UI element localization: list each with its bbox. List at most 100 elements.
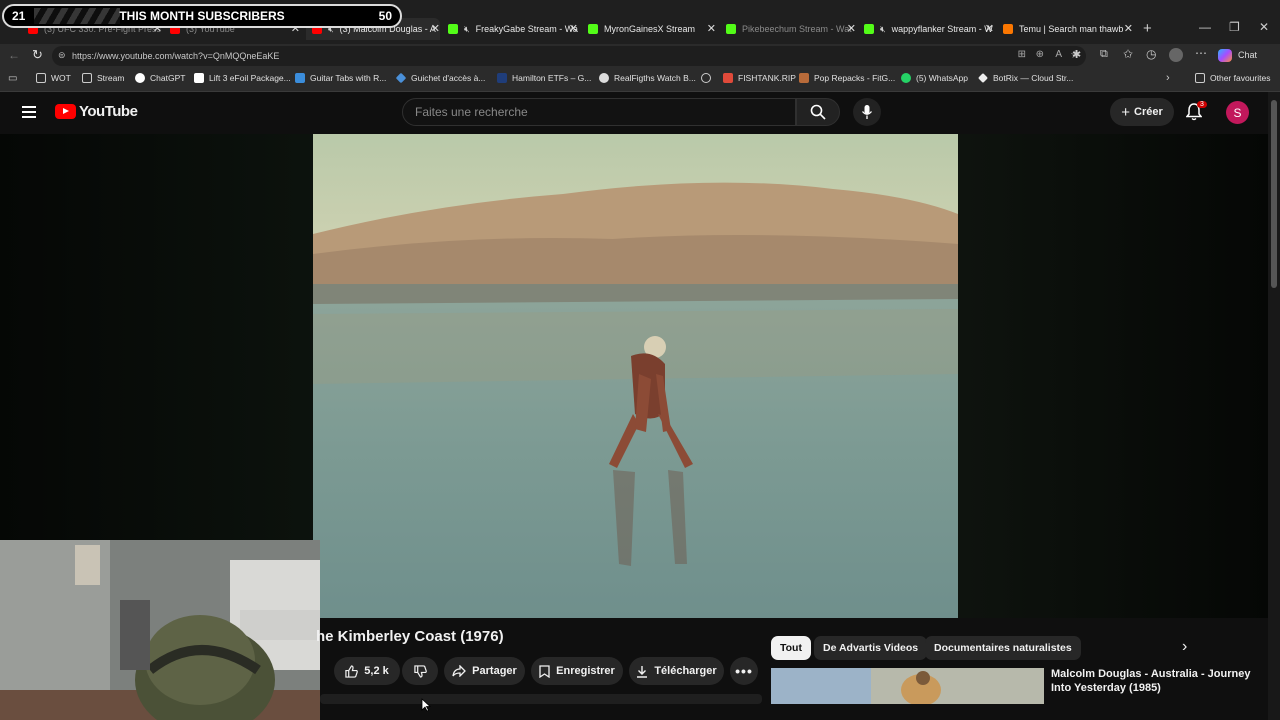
new-tab-icon[interactable]: + — [1143, 20, 1152, 37]
tab-label: wappyflanker Stream - W — [891, 24, 993, 34]
bookmark-lift[interactable]: Lift 3 eFoil Package... — [194, 73, 291, 83]
bookmark-label: Lift 3 eFoil Package... — [209, 73, 291, 83]
create-button[interactable]: + Créer — [1110, 98, 1174, 126]
subscriber-goal-overlay: 21 THIS MONTH SUBSCRIBERS 50 — [2, 4, 402, 28]
extensions-icon[interactable]: ✱ — [1072, 48, 1081, 61]
split-screen-icon[interactable]: ⧉ — [1100, 48, 1108, 61]
chips-next-icon[interactable]: › — [1182, 638, 1187, 656]
notification-count-badge: 3 — [1197, 101, 1207, 108]
tab-freakygabe[interactable]: 🔇︎ FreakyGabe Stream - Wa ✕ — [448, 18, 578, 40]
more-menu-icon[interactable]: ⋯ — [1195, 46, 1207, 60]
address-bar-row: ← ↻ ⊜ https://www.youtube.com/watch?v=Qn… — [0, 44, 1280, 68]
like-count: 5,2 k — [364, 665, 389, 677]
search-button[interactable] — [796, 98, 840, 126]
chip-advartis-videos[interactable]: De Advartis Videos — [814, 636, 928, 660]
bookmark-label: (5) WhatsApp — [916, 73, 968, 83]
mouse-cursor-icon — [421, 698, 431, 712]
bookmark-globe[interactable] — [701, 73, 716, 83]
chevron-right-icon[interactable]: › — [1166, 72, 1170, 84]
tab-label: Temu | Search man thawb — [1019, 24, 1124, 34]
dislike-button[interactable] — [402, 657, 438, 685]
hamburger-menu-icon[interactable] — [22, 106, 36, 118]
related-video-thumbnail[interactable] — [771, 668, 1044, 704]
save-button[interactable]: Enregistrer — [531, 657, 623, 685]
bookmark-stream[interactable]: Stream — [82, 73, 124, 83]
tab-myrongainesx[interactable]: MyronGainesX Stream ✕ — [588, 18, 716, 40]
close-tab-icon[interactable]: ✕ — [707, 22, 716, 35]
site-info-icon[interactable]: ⊜ — [58, 50, 66, 61]
youtube-logo[interactable]: YouTube — [55, 103, 138, 120]
chatgpt-icon — [135, 73, 145, 83]
history-icon[interactable]: ◷ — [1146, 47, 1156, 61]
chat-label[interactable]: Chat — [1238, 50, 1257, 60]
kick-favicon-icon — [448, 24, 458, 34]
other-favourites[interactable]: Other favourites — [1195, 73, 1270, 83]
bookmark-fishtank[interactable]: FISHTANK.RIP — [723, 73, 796, 83]
zoom-icon[interactable]: ⊕ — [1036, 49, 1044, 60]
close-tab-icon[interactable]: ✕ — [985, 22, 994, 35]
close-tab-icon[interactable]: ✕ — [1124, 22, 1133, 35]
related-thumbnail-image — [771, 668, 1044, 704]
other-favourites-label: Other favourites — [1210, 73, 1271, 83]
close-tab-icon[interactable]: ✕ — [569, 22, 578, 35]
profile-icon[interactable] — [1169, 48, 1183, 62]
url-field[interactable]: ⊜ https://www.youtube.com/watch?v=QnMQQn… — [52, 46, 1086, 66]
tab-temu[interactable]: Temu | Search man thawb ✕ — [1003, 18, 1133, 40]
bookmark-chatgpt[interactable]: ChatGPT — [135, 73, 185, 83]
fish-icon — [723, 73, 733, 83]
related-video-title[interactable]: Malcolm Douglas - Australia - Journey In… — [1051, 667, 1251, 695]
minimize-icon[interactable]: — — [1199, 20, 1211, 34]
chip-nature-documentaries[interactable]: Documentaires naturalistes — [925, 636, 1081, 660]
tab-pikebeechum[interactable]: Pikebeechum Stream - Wat ✕ — [726, 18, 856, 40]
more-actions-button[interactable]: ••• — [730, 657, 758, 685]
botrix-icon — [978, 73, 988, 83]
read-aloud-icon[interactable]: A — [1055, 49, 1062, 60]
tab-label: MyronGainesX Stream — [604, 24, 696, 34]
back-icon[interactable]: ← — [8, 48, 20, 62]
tab-wappyflanker[interactable]: 🔇︎ wappyflanker Stream - W ✕ — [864, 18, 994, 40]
youtube-logo-text: YouTube — [79, 103, 138, 120]
avatar[interactable]: S — [1226, 101, 1249, 124]
favorites-icon[interactable]: ✩ — [1123, 47, 1133, 61]
video-player[interactable] — [313, 134, 958, 618]
bookmark-wot[interactable]: WOT — [36, 73, 71, 83]
overlay-goal-count: 50 — [378, 9, 392, 23]
refresh-icon[interactable]: ↻ — [32, 47, 43, 63]
fitgirl-icon — [799, 73, 809, 83]
share-label: Partager — [472, 665, 517, 677]
download-label: Télécharger — [654, 665, 717, 677]
bookmark-hamilton[interactable]: Hamilton ETFs – G... — [497, 73, 591, 83]
collections-icon[interactable]: ▭ — [8, 73, 17, 84]
search-input[interactable]: Faites une recherche — [402, 98, 796, 126]
copilot-icon[interactable] — [1218, 49, 1232, 62]
bookmark-whatsapp[interactable]: (5) WhatsApp — [901, 73, 968, 83]
speaker-muted-icon[interactable]: 🔇︎ — [464, 24, 470, 35]
bookmark-guitar[interactable]: Guitar Tabs with R... — [295, 73, 386, 83]
bookmark-label: Hamilton ETFs – G... — [512, 73, 592, 83]
voice-search-button[interactable] — [853, 98, 881, 126]
scrollbar-thumb[interactable] — [1271, 100, 1277, 288]
bookmark-fitgirl[interactable]: Pop Repacks - FitG... — [799, 73, 895, 83]
gov-icon — [395, 72, 407, 84]
bookmark-realfigths[interactable]: RealFigths Watch B... — [599, 73, 696, 83]
download-icon — [637, 665, 648, 678]
bookmark-label: ChatGPT — [150, 73, 186, 83]
close-tab-icon[interactable]: ✕ — [431, 22, 440, 35]
share-button[interactable]: Partager — [444, 657, 525, 685]
youtube-masthead: YouTube Faites une recherche + Créer — [0, 92, 1270, 134]
apps-icon[interactable]: ⊞ — [1018, 49, 1026, 60]
globe-icon — [701, 73, 711, 83]
chip-all[interactable]: Tout — [771, 636, 811, 660]
like-button[interactable]: 5,2 k — [334, 657, 400, 685]
whatsapp-icon — [901, 73, 911, 83]
bookmark-label: FISHTANK.RIP — [738, 73, 796, 83]
download-button[interactable]: Télécharger — [629, 657, 724, 685]
bookmark-guichet[interactable]: Guichet d'accès à... — [395, 72, 485, 84]
video-frame-image — [313, 134, 958, 618]
close-tab-icon[interactable]: ✕ — [847, 22, 856, 35]
close-window-icon[interactable]: ✕ — [1259, 20, 1269, 34]
speaker-muted-icon[interactable]: 🔇︎ — [880, 24, 886, 35]
page-scrollbar[interactable] — [1268, 92, 1280, 720]
restore-icon[interactable]: ❐ — [1229, 20, 1240, 34]
bookmark-botrix[interactable]: BotRix — Cloud Str... — [978, 73, 1073, 83]
